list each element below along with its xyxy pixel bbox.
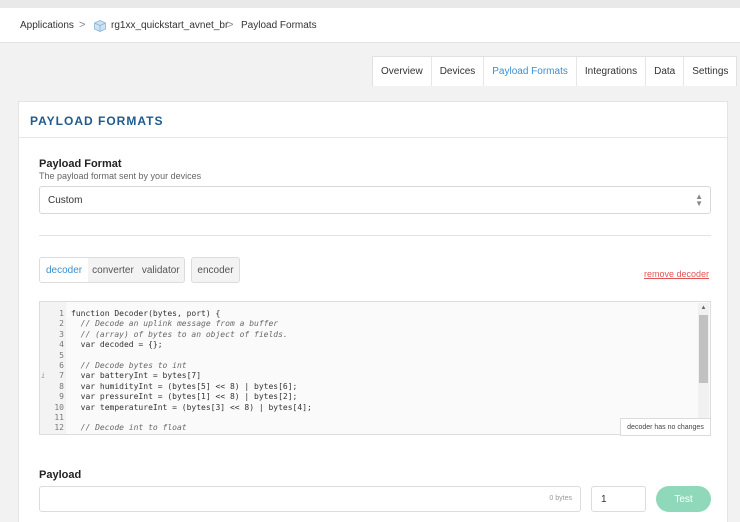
payload-label: Payload — [39, 469, 82, 481]
payload-format-description: The payload format sent by your devices — [39, 171, 202, 181]
port-input[interactable]: 1 — [591, 486, 646, 512]
line-number: 1 — [59, 309, 64, 318]
code-line: 6 // Decode bytes to int — [40, 361, 700, 371]
payload-format-label: Payload Format — [39, 158, 122, 170]
top-strip — [0, 0, 740, 8]
code-text: var batteryInt = bytes[7] — [71, 371, 202, 381]
tab-settings[interactable]: Settings — [684, 57, 736, 86]
code-line: 5 — [40, 351, 700, 361]
remove-decoder-link[interactable]: remove decoder — [644, 269, 709, 279]
payload-format-selected: Custom — [48, 195, 83, 206]
tab-encoder[interactable]: encoder — [191, 257, 240, 283]
payload-input[interactable]: 0 bytes — [39, 486, 581, 512]
code-line: 10 var temperatureInt = (bytes[3] << 8) … — [40, 403, 700, 413]
code-lines: 1 function Decoder(bytes, port) {2 // Dec… — [40, 309, 700, 434]
breadcrumb-applications[interactable]: Applications — [20, 20, 74, 31]
code-line: 12 // Decode int to float — [40, 423, 700, 433]
line-number: 11 — [54, 412, 64, 422]
tab-decoder[interactable]: decoder — [40, 258, 89, 282]
divider — [39, 235, 711, 236]
code-line: 1 function Decoder(bytes, port) { — [40, 309, 700, 319]
breadcrumb: Applications > rg1xx_quickstart_avnet_br… — [0, 8, 740, 43]
code-text: // (array) of bytes to an object of fiel… — [71, 329, 288, 339]
payload-bytes-count: 0 bytes — [549, 495, 572, 502]
app-tabs: Overview Devices Payload Formats Integra… — [372, 56, 738, 86]
line-number: 12 — [54, 423, 64, 433]
tab-payload-formats[interactable]: Payload Formats — [484, 57, 577, 86]
card-title: PAYLOAD FORMATS — [30, 114, 164, 128]
code-line: i7 var batteryInt = bytes[7] — [40, 371, 700, 381]
code-text: function Decoder(bytes, port) { — [71, 309, 221, 318]
editor-scrollbar[interactable]: ▲ — [698, 303, 709, 433]
line-number: 3 — [59, 329, 64, 339]
code-text: // Decode int to float — [71, 423, 187, 433]
code-editor[interactable]: 1 function Decoder(bytes, port) {2 // Dec… — [39, 301, 711, 435]
breadcrumb-current: Payload Formats — [241, 20, 317, 31]
function-tab-group: decoder converter validator — [39, 257, 185, 283]
code-text: var temperatureInt = (bytes[3] << 8) | b… — [71, 402, 312, 412]
payload-formats-card: PAYLOAD FORMATS Payload Format The paylo… — [18, 101, 728, 522]
tab-integrations[interactable]: Integrations — [577, 57, 647, 86]
line-number: 4 — [59, 340, 64, 350]
breadcrumb-separator: > — [79, 19, 86, 31]
code-line: 8 var humidityInt = (bytes[5] << 8) | by… — [40, 382, 700, 392]
line-number: 10 — [54, 402, 64, 412]
select-arrows-icon: ▲ ▼ — [695, 192, 703, 208]
line-number: 7 — [59, 371, 64, 381]
line-number: 5 — [59, 350, 64, 360]
tab-overview[interactable]: Overview — [373, 57, 432, 86]
line-number: 6 — [59, 360, 64, 370]
tab-data[interactable]: Data — [646, 57, 685, 86]
code-text: // Decode bytes to int — [71, 360, 187, 370]
line-number: 8 — [59, 381, 64, 391]
scroll-up-icon[interactable]: ▲ — [698, 303, 709, 313]
code-text: // Decode an uplink message from a buffe… — [71, 319, 279, 329]
app-cube-icon — [94, 20, 106, 32]
code-status-badge: decoder has no changes — [620, 418, 711, 436]
code-line: 3 // (array) of bytes to an object of fi… — [40, 330, 700, 340]
line-number: 9 — [59, 392, 64, 402]
code-text: var pressureInt = (bytes[1] << 8) | byte… — [71, 392, 298, 402]
card-header: PAYLOAD FORMATS — [19, 102, 727, 138]
tab-devices[interactable]: Devices — [432, 57, 485, 86]
tab-converter[interactable]: converter — [88, 258, 138, 282]
code-line: 11 — [40, 413, 700, 423]
line-number: 2 — [59, 319, 64, 329]
test-button[interactable]: Test — [656, 486, 711, 512]
code-text: var humidityInt = (bytes[5] << 8) | byte… — [71, 381, 298, 391]
code-line: 4 var decoded = {}; — [40, 340, 700, 350]
breadcrumb-separator: > — [227, 19, 234, 31]
tab-validator[interactable]: validator — [138, 258, 184, 282]
scroll-thumb[interactable] — [699, 315, 708, 383]
code-line: 2 // Decode an uplink message from a buf… — [40, 319, 700, 329]
payload-format-select[interactable]: Custom ▲ ▼ — [39, 186, 711, 214]
code-line: 9 var pressureInt = (bytes[1] << 8) | by… — [40, 392, 700, 402]
breadcrumb-app-name[interactable]: rg1xx_quickstart_avnet_br — [111, 20, 228, 31]
code-text: var decoded = {}; — [71, 340, 163, 350]
